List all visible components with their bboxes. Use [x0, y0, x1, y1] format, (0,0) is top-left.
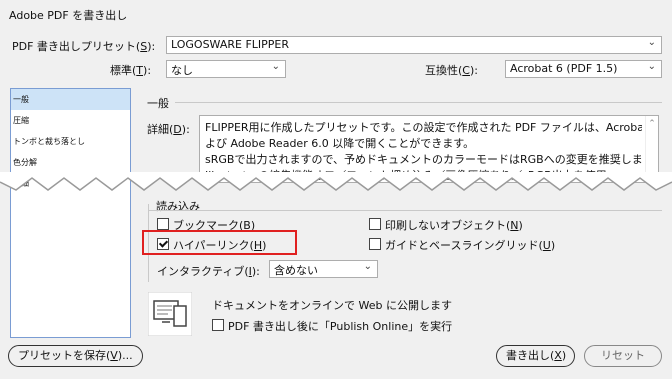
standard-label: 標準(T): — [110, 64, 152, 77]
sidebar-item-general[interactable]: 一般 — [11, 89, 130, 110]
checkbox-icon — [369, 238, 381, 250]
chevron-down-icon: ⌄ — [363, 261, 372, 272]
guides-checkbox[interactable]: ガイドとベースライングリッド(U) — [369, 237, 555, 253]
standard-value: なし — [171, 64, 193, 77]
description-label: 詳細(D): — [147, 123, 190, 136]
reset-button[interactable]: リセット — [584, 345, 662, 367]
standard-select[interactable]: なし ⌄ — [166, 60, 286, 78]
publish-online-icon — [148, 292, 192, 336]
compat-label: 互換性(C): — [425, 64, 478, 77]
divider — [175, 102, 662, 103]
compat-value: Acrobat 6 (PDF 1.5) — [510, 62, 618, 75]
sidebar-item-compression[interactable]: 圧縮 — [11, 110, 130, 131]
preset-select[interactable]: LOGOSWARE FLIPPER ⌄ — [166, 36, 662, 54]
description-line: FLIPPER用に作成したプリセットです。この設定で作成された PDF ファイル… — [205, 121, 642, 134]
highlight-box — [142, 230, 297, 255]
interactive-value: 含めない — [274, 264, 318, 277]
preset-label: PDF 書き出しプリセット(S): — [12, 40, 156, 53]
interactive-select[interactable]: 含めない ⌄ — [269, 260, 378, 278]
divider — [148, 210, 662, 211]
export-button[interactable]: 書き出し(X) — [496, 345, 575, 367]
publish-text: ドキュメントをオンラインで Web に公開します — [212, 299, 452, 312]
checkbox-icon — [369, 218, 381, 230]
interactive-label: インタラクティブ(I): — [157, 265, 260, 278]
checkbox-icon — [212, 319, 224, 331]
description-line: よび Adobe Reader 6.0 以降で開くことができます。 — [205, 137, 475, 150]
torn-edge-divider — [0, 172, 672, 191]
publish-online-checkbox[interactable]: PDF 書き出し後に「Publish Online」を実行 — [212, 318, 452, 334]
save-preset-button[interactable]: プリセットを保存(V)... — [8, 345, 143, 367]
chevron-down-icon: ⌄ — [647, 61, 656, 72]
chevron-down-icon: ⌄ — [647, 37, 656, 48]
sidebar-item-output[interactable]: 色分解 — [11, 152, 130, 173]
section-heading-general: 一般 — [147, 97, 169, 110]
checkbox-icon — [157, 218, 169, 230]
window-title: Adobe PDF を書き出し — [9, 9, 128, 22]
sidebar-item-marks-bleeds[interactable]: トンボと裁ち落とし — [11, 131, 130, 152]
chevron-down-icon: ⌄ — [271, 61, 280, 72]
section-heading-include: 読み込み — [156, 200, 200, 213]
nonprinting-checkbox[interactable]: 印刷しないオブジェクト(N) — [369, 217, 523, 233]
compat-select[interactable]: Acrobat 6 (PDF 1.5) ⌄ — [505, 60, 662, 78]
description-line: sRGBで出力されますので、予めドキュメントのカラーモードはRGBへの変更を推奨… — [205, 153, 642, 166]
category-list: 一般 圧縮 トンボと裁ち落とし 色分解 詳細 — [10, 88, 131, 338]
preset-value: LOGOSWARE FLIPPER — [171, 38, 290, 51]
